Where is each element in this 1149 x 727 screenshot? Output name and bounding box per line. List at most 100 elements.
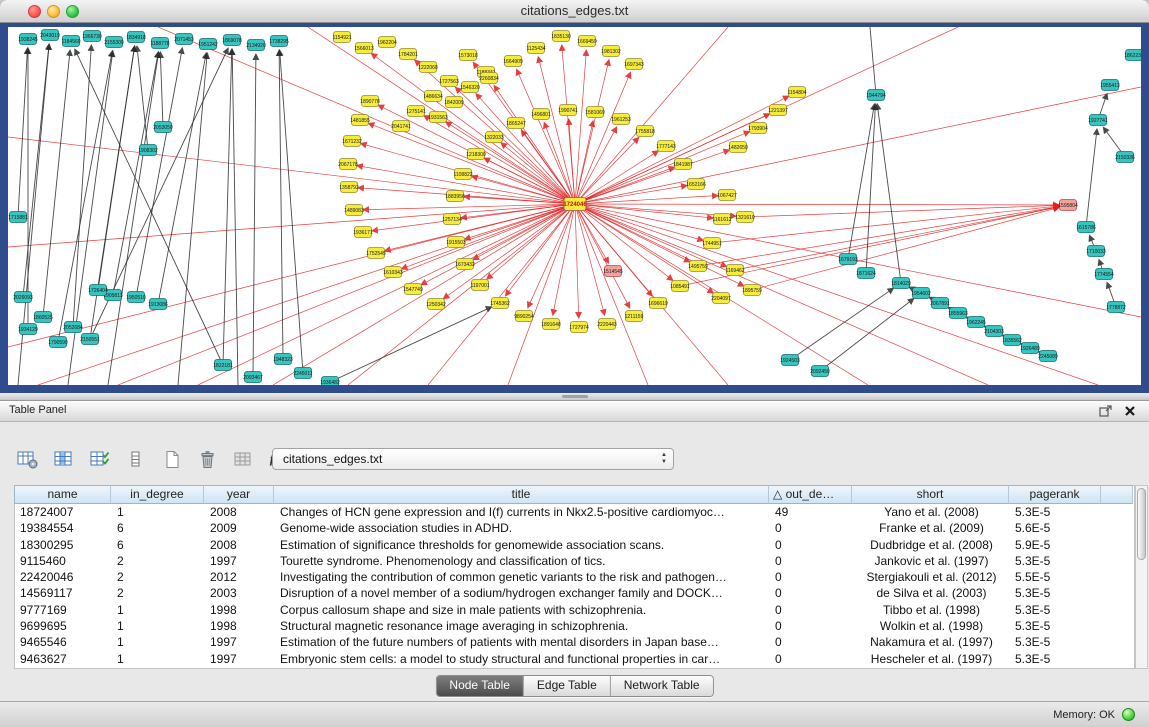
graph-node[interactable]: 2067891 <box>930 298 950 309</box>
graph-node[interactable]: 1673432 <box>455 259 475 270</box>
tab-edge-table[interactable]: Edge Table <box>524 676 611 696</box>
table-cell[interactable]: Jankovic et al. (1997) <box>853 553 1010 569</box>
graph-edge[interactable] <box>98 46 135 290</box>
graph-node[interactable]: 1664909 <box>503 56 523 67</box>
graph-node[interactable]: 2041741 <box>391 121 411 132</box>
graph-node[interactable]: 1067427 <box>717 190 737 201</box>
table-row[interactable]: 946554611997Estimation of the future num… <box>15 634 1134 650</box>
table-cell[interactable]: Genome-wide association studies in ADHD. <box>275 520 770 536</box>
table-cell[interactable]: 5.6E-5 <box>1010 520 1102 536</box>
table-cell[interactable]: 0 <box>770 651 853 667</box>
table-row[interactable]: 1872400712008Changes of HCN gene express… <box>15 504 1134 520</box>
graph-edge[interactable] <box>223 49 232 365</box>
graph-edge[interactable] <box>232 49 238 385</box>
table-cell[interactable]: 18300295 <box>15 537 112 553</box>
tab-network-table[interactable]: Network Table <box>611 676 713 696</box>
graph-node[interactable]: 1855963 <box>948 308 968 319</box>
table-cell[interactable]: Changes of HCN gene expression and I(f) … <box>275 504 770 520</box>
graph-node[interactable]: 2220443 <box>597 319 617 330</box>
table-row[interactable]: 1456911722003Disruption of a novel membe… <box>15 585 1134 601</box>
graph-node[interactable]: 1890778 <box>360 96 380 107</box>
graph-node[interactable]: 2043019 <box>40 30 60 41</box>
table-cell[interactable]: Dudbridge et al. (2008) <box>853 537 1010 553</box>
graph-node[interactable]: 1784201 <box>398 49 418 60</box>
graph-node[interactable]: 1944794 <box>866 90 886 101</box>
graph-node[interactable]: 1275141 <box>406 106 426 117</box>
graph-node[interactable]: 1954602 <box>911 288 931 299</box>
table-row[interactable]: 1938455462009Genome-wide association stu… <box>15 520 1134 536</box>
graph-node[interactable]: 1257134 <box>442 214 462 225</box>
graph-node[interactable]: 1715881 <box>8 212 28 223</box>
graph-node[interactable]: 1961253 <box>611 114 631 125</box>
table-cell[interactable]: Investigating the contribution of common… <box>275 569 770 585</box>
graph-edge[interactable] <box>575 204 630 308</box>
table-cell[interactable]: Estimation of significance thresholds fo… <box>275 537 770 553</box>
table-cell[interactable]: 6 <box>112 520 205 536</box>
graph-node[interactable]: 1950510 <box>126 292 146 303</box>
table-row[interactable]: 911546021997Tourette syndrome. Phenomeno… <box>15 553 1134 569</box>
graph-node[interactable]: 1358792 <box>339 182 359 193</box>
graph-edge[interactable] <box>136 48 182 297</box>
table-cell[interactable]: Embryonic stem cells: a model to study s… <box>275 651 770 667</box>
tab-node-table[interactable]: Node Table <box>436 676 524 696</box>
row-height-icon[interactable] <box>122 446 149 472</box>
graph-node[interactable]: 1908302 <box>138 145 158 156</box>
table-cell[interactable]: 0 <box>770 585 853 601</box>
close-panel-icon[interactable] <box>1123 404 1137 418</box>
graph-node[interactable]: 1793904 <box>748 123 768 134</box>
table-cell[interactable]: 9115460 <box>15 553 112 569</box>
graph-node[interactable]: 1222068 <box>418 62 438 73</box>
new-column-icon[interactable] <box>86 446 113 472</box>
table-cell[interactable]: 1998 <box>205 602 275 618</box>
graph-node[interactable]: 1218300 <box>466 149 486 160</box>
graph-edge[interactable] <box>363 204 575 210</box>
graph-node[interactable]: 1966730 <box>82 31 102 42</box>
table-cell[interactable]: 2012 <box>205 569 275 585</box>
table-row[interactable]: 977716911998Corpus callosum shape and si… <box>15 602 1134 618</box>
graph-node[interactable]: 1547749 <box>403 284 423 295</box>
table-cell[interactable]: 19384554 <box>15 520 112 536</box>
graph-edge[interactable] <box>160 52 163 127</box>
graph-node[interactable]: 1915503 <box>446 237 466 248</box>
graph-node[interactable]: 1322033 <box>484 132 504 143</box>
table-row[interactable]: 2242004622012Investigating the contribut… <box>15 569 1134 585</box>
table-cell[interactable]: 9699695 <box>15 618 112 634</box>
graph-node[interactable]: 1862239 <box>1124 50 1141 61</box>
table-cell[interactable]: Tibbo et al. (1998) <box>853 602 1010 618</box>
graph-node[interactable]: 2245011 <box>293 368 312 379</box>
graph-node[interactable]: 1595804 <box>1058 200 1078 211</box>
graph-node[interactable]: 1814029 <box>891 278 911 289</box>
window-minimize-button[interactable] <box>47 5 60 18</box>
graph-edge[interactable] <box>575 185 687 204</box>
table-cell[interactable]: Hescheler et al. (1997) <box>853 651 1010 667</box>
graph-node[interactable]: 1161612 <box>712 214 731 225</box>
graph-node[interactable]: 2052684 <box>63 322 83 333</box>
graph-edge[interactable] <box>870 27 876 95</box>
graph-edge[interactable] <box>113 52 158 295</box>
graph-node[interactable]: 1727974 <box>569 322 589 333</box>
table-cell[interactable]: 6 <box>112 537 205 553</box>
table-cell[interactable]: Tourette syndrome. Phenomenology and cla… <box>275 553 770 569</box>
delete-table-icon[interactable] <box>194 446 221 472</box>
graph-node[interactable]: 1546320 <box>460 82 480 93</box>
graph-node[interactable]: 1221397 <box>768 105 788 116</box>
table-cell[interactable]: 9463627 <box>15 651 112 667</box>
table-cell[interactable]: 1 <box>112 504 205 520</box>
table-cell[interactable]: 1998 <box>205 618 275 634</box>
table-cell[interactable]: 1 <box>112 634 205 650</box>
graph-node[interactable]: 2104303 <box>984 326 1004 337</box>
table-cell[interactable]: Stergiakouli et al. (2012) <box>853 569 1010 585</box>
graph-node[interactable]: 1495759 <box>688 261 708 272</box>
graph-node[interactable]: 1841987 <box>673 159 693 170</box>
graph-edge[interactable] <box>575 137 639 204</box>
graph-node[interactable]: 1981302 <box>601 46 621 57</box>
table-cell[interactable]: 5.3E-5 <box>1010 651 1102 667</box>
graph-node[interactable]: 1581069 <box>585 107 605 118</box>
graph-node[interactable]: 1197001 <box>470 280 489 291</box>
table-cell[interactable]: Corpus callosum shape and size in male p… <box>275 602 770 618</box>
graph-edge[interactable] <box>517 69 575 204</box>
graph-node[interactable]: 1697343 <box>624 59 644 70</box>
graph-node[interactable]: 1913086 <box>148 299 168 310</box>
table-cell[interactable]: 0 <box>770 569 853 585</box>
graph-node[interactable]: 1774554 <box>1094 269 1114 280</box>
